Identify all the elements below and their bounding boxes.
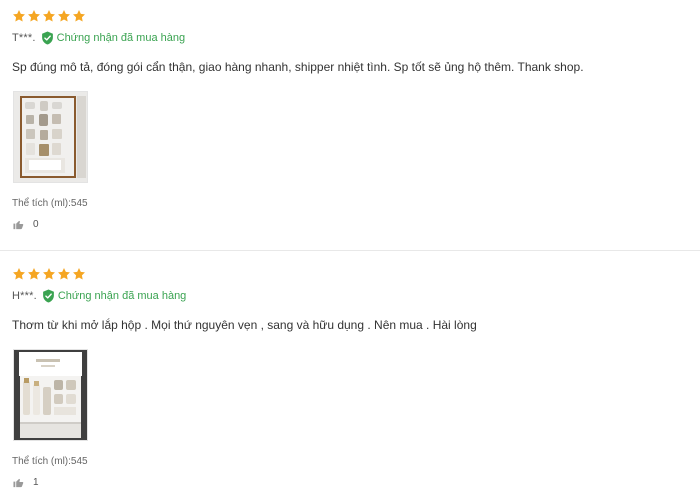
star-icon [13, 268, 25, 280]
reviewer-name: T***. [12, 32, 36, 44]
product-variant: Thể tích (ml):545 [12, 198, 88, 209]
verified-shield-icon [41, 31, 53, 45]
star-icon [28, 10, 40, 22]
star-icon [73, 268, 85, 280]
star-icon [13, 10, 25, 22]
verified-purchase-label: Chứng nhận đã mua hàng [56, 32, 186, 44]
review-photo[interactable] [13, 91, 88, 183]
verified-purchase-label: Chứng nhận đã mua hàng [57, 290, 187, 302]
product-variant: Thể tích (ml):545 [12, 456, 88, 467]
star-icon [43, 268, 55, 280]
like-button[interactable]: 0 [13, 219, 39, 230]
thumbs-up-icon [13, 478, 24, 488]
review-item: H***. Chứng nhận đã mua hàng Thơm từ khi… [0, 258, 700, 500]
rating-stars [12, 267, 86, 281]
thumbs-up-icon [13, 220, 24, 230]
star-icon [28, 268, 40, 280]
like-count: 1 [33, 477, 39, 488]
star-icon [73, 10, 85, 22]
review-photo[interactable] [13, 349, 88, 441]
review-item: T***. Chứng nhận đã mua hàng Sp đúng mô … [0, 0, 700, 250]
review-author-line: T***. Chứng nhận đã mua hàng [12, 31, 185, 45]
review-divider [0, 250, 700, 251]
review-comment: Thơm từ khi mở lắp hộp . Mọi thứ nguyên … [12, 318, 477, 332]
product-box-photo [14, 92, 87, 182]
star-icon [58, 10, 70, 22]
star-icon [58, 268, 70, 280]
verified-shield-icon [42, 289, 54, 303]
like-button[interactable]: 1 [13, 477, 39, 488]
rating-stars [12, 9, 86, 23]
review-comment: Sp đúng mô tả, đóng gói cẩn thận, giao h… [12, 60, 584, 74]
review-author-line: H***. Chứng nhận đã mua hàng [12, 289, 186, 303]
star-icon [43, 10, 55, 22]
reviewer-name: H***. [12, 290, 37, 302]
like-count: 0 [33, 219, 39, 230]
product-set-photo [14, 350, 87, 440]
